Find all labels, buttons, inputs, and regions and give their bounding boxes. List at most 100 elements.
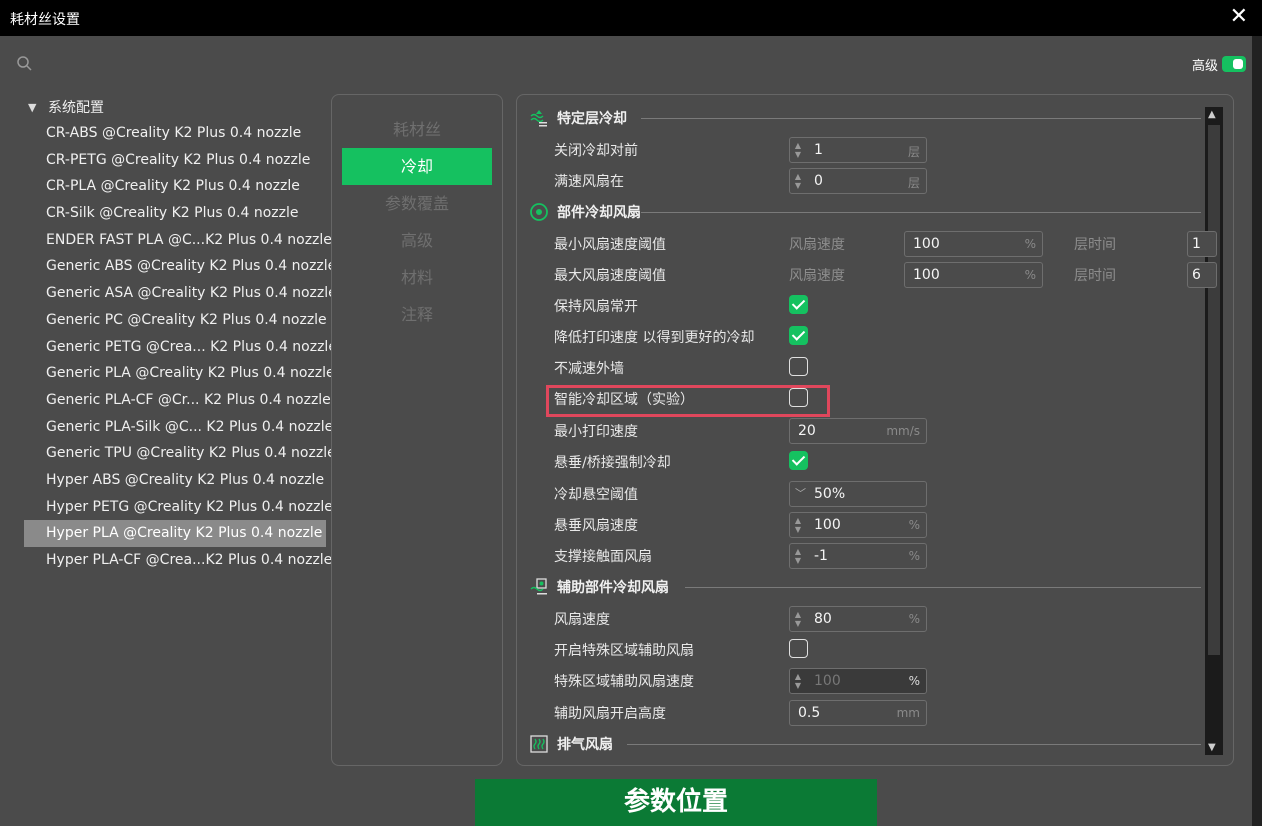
- preset-item[interactable]: Hyper PETG @Creality K2 Plus 0.4 nozzle: [24, 494, 333, 521]
- preset-item[interactable]: Hyper PLA-CF @Crea...K2 Plus 0.4 nozzle: [24, 547, 332, 574]
- preset-item[interactable]: CR-ABS @Creality K2 Plus 0.4 nozzle: [24, 120, 326, 147]
- preset-item[interactable]: Generic ASA @Creality K2 Plus 0.4 nozzle: [24, 280, 337, 307]
- max-fan-speed-input[interactable]: 100 %: [904, 262, 1043, 288]
- scroll-down-icon[interactable]: ▼: [1208, 742, 1216, 753]
- full-fan-stepper[interactable]: ▲ ▼ 0 层: [789, 168, 927, 194]
- aux-start-height-input[interactable]: 0.5 mm: [789, 700, 927, 726]
- row-min-print-speed: 最小打印速度 20 mm/s: [517, 416, 1197, 444]
- preset-item[interactable]: Hyper ABS @Creality K2 Plus 0.4 nozzle: [24, 467, 326, 494]
- fan-icon: [530, 203, 548, 221]
- keep-fan-on-checkbox[interactable]: [789, 295, 808, 314]
- special-zone-checkbox[interactable]: [789, 639, 808, 658]
- special-zone-speed-stepper[interactable]: ▲ ▼ 100 %: [789, 668, 927, 694]
- chevron-down-icon[interactable]: ▼: [28, 101, 42, 114]
- nav-item[interactable]: 注释: [332, 296, 502, 333]
- layer-cooling-icon: [530, 110, 547, 127]
- field-unit: %: [1024, 237, 1036, 251]
- overhang-fan-stepper[interactable]: ▲ ▼ 100 %: [789, 512, 927, 538]
- preset-item[interactable]: Generic PC @Creality K2 Plus 0.4 nozzle: [24, 307, 327, 334]
- preset-item[interactable]: Generic PLA @Creality K2 Plus 0.4 nozzle: [24, 360, 335, 387]
- field-value: 100: [913, 267, 940, 283]
- overhang-force-checkbox[interactable]: [789, 451, 808, 470]
- scrollbar[interactable]: ▲ ▼: [1205, 107, 1223, 755]
- field-unit: %: [908, 518, 920, 532]
- field-label: 特殊区域辅助风扇速度: [554, 674, 694, 690]
- section-title: 部件冷却风扇: [557, 205, 641, 221]
- field-unit: %: [908, 549, 920, 563]
- nav-item[interactable]: 材料: [332, 259, 502, 296]
- nav-item[interactable]: 参数覆盖: [332, 185, 502, 222]
- preset-item[interactable]: Hyper PLA @Creality K2 Plus 0.4 nozzle: [24, 520, 326, 547]
- exhaust-fan-icon: [530, 735, 548, 753]
- row-overhang-threshold: 冷却悬空阈值 ﹀ 50%: [517, 479, 1197, 507]
- field-value: 50%: [814, 486, 846, 502]
- preset-item[interactable]: CR-PLA @Creality K2 Plus 0.4 nozzle: [24, 173, 326, 200]
- title-bar: 耗材丝设置 ✕: [0, 0, 1262, 36]
- fan-speed-sublabel: 风扇速度: [789, 237, 845, 253]
- min-layer-time-input[interactable]: 1: [1187, 231, 1217, 257]
- field-label: 最小打印速度: [554, 424, 638, 440]
- min-fan-speed-input[interactable]: 100 %: [904, 231, 1043, 257]
- field-unit: %: [908, 674, 920, 688]
- close-icon[interactable]: ✕: [1230, 4, 1248, 29]
- field-label: 保持风扇常开: [554, 299, 638, 315]
- section-aux-fan: 辅助部件冷却风扇: [529, 575, 669, 599]
- search-icon[interactable]: [16, 55, 32, 71]
- field-label: 悬垂/桥接强制冷却: [554, 455, 671, 471]
- field-unit: %: [1024, 268, 1036, 282]
- field-label: 冷却悬空阈值: [554, 487, 638, 503]
- min-print-speed-input[interactable]: 20 mm/s: [789, 418, 927, 444]
- nav-item[interactable]: 耗材丝: [332, 111, 502, 148]
- field-value: 1: [1192, 236, 1201, 252]
- dialog-title: 耗材丝设置: [10, 12, 80, 28]
- field-label: 辅助风扇开启高度: [554, 706, 666, 722]
- field-value: 100: [814, 673, 841, 689]
- support-fan-stepper[interactable]: ▲ ▼ -1 %: [789, 543, 927, 569]
- preset-item[interactable]: Generic ABS @Creality K2 Plus 0.4 nozzle: [24, 253, 336, 280]
- max-layer-time-input[interactable]: 6: [1187, 262, 1217, 288]
- preset-item[interactable]: ENDER FAST PLA @C...K2 Plus 0.4 nozzle: [24, 227, 332, 254]
- overhang-threshold-select[interactable]: ﹀ 50%: [789, 481, 927, 507]
- row-slow-down: 降低打印速度 以得到更好的冷却: [517, 322, 1197, 350]
- preset-item[interactable]: CR-Silk @Creality K2 Plus 0.4 nozzle: [24, 200, 326, 227]
- nav-item[interactable]: 高级: [332, 222, 502, 259]
- scroll-thumb[interactable]: [1208, 125, 1220, 655]
- annotation-banner: 参数位置: [475, 779, 877, 826]
- field-value: 100: [913, 236, 940, 252]
- slow-down-checkbox[interactable]: [789, 326, 808, 345]
- spinner-icon[interactable]: ▲ ▼: [793, 172, 803, 190]
- spinner-icon[interactable]: ▲ ▼: [793, 516, 803, 534]
- section-part-fan: 部件冷却风扇: [529, 200, 641, 224]
- field-label: 降低打印速度 以得到更好的冷却: [554, 330, 755, 346]
- spinner-icon[interactable]: ▲ ▼: [793, 610, 803, 628]
- row-min-fan-threshold: 最小风扇速度阈值 风扇速度 100 % 层时间 1: [517, 229, 1217, 257]
- preset-item[interactable]: Generic PLA-CF @Cr... K2 Plus 0.4 nozzle: [24, 387, 331, 414]
- field-label: 最大风扇速度阈值: [554, 268, 666, 284]
- spinner-icon[interactable]: ▲ ▼: [793, 672, 803, 690]
- row-keep-fan-on: 保持风扇常开: [517, 291, 1197, 319]
- row-aux-start-height: 辅助风扇开启高度 0.5 mm: [517, 698, 1197, 726]
- row-overhang-force: 悬垂/桥接强制冷却: [517, 447, 1197, 475]
- spinner-icon[interactable]: ▲ ▼: [793, 141, 803, 159]
- close-fan-stepper[interactable]: ▲ ▼ 1 层: [789, 137, 927, 163]
- preset-item[interactable]: Generic TPU @Creality K2 Plus 0.4 nozzle: [24, 440, 336, 467]
- field-value: 100: [814, 517, 841, 533]
- aux-fan-speed-stepper[interactable]: ▲ ▼ 80 %: [789, 606, 927, 632]
- spinner-icon[interactable]: ▲ ▼: [793, 547, 803, 565]
- field-value: 6: [1192, 267, 1201, 283]
- preset-item[interactable]: Generic PLA-Silk @C... K2 Plus 0.4 nozzl…: [24, 414, 333, 441]
- advanced-label: 高级: [1192, 59, 1219, 74]
- preset-item[interactable]: CR-PETG @Creality K2 Plus 0.4 nozzle: [24, 147, 326, 174]
- settings-nav: 耗材丝 冷却 参数覆盖 高级 材料 注释: [331, 94, 503, 766]
- nav-item[interactable]: 冷却: [342, 148, 492, 185]
- advanced-toggle[interactable]: [1222, 56, 1246, 72]
- divider: [641, 118, 1201, 119]
- divider: [641, 212, 1201, 213]
- aux-fan-icon: [530, 578, 547, 595]
- scroll-up-icon[interactable]: ▲: [1208, 109, 1216, 120]
- tree-group-header[interactable]: ▼ 系统配置: [24, 94, 326, 120]
- tree-group-label: 系统配置: [48, 100, 104, 116]
- no-slow-outer-wall-checkbox[interactable]: [789, 357, 808, 376]
- preset-item[interactable]: Generic PETG @Crea... K2 Plus 0.4 nozzle: [24, 334, 337, 361]
- row-special-zone-speed: 特殊区域辅助风扇速度 ▲ ▼ 100 %: [517, 666, 1197, 694]
